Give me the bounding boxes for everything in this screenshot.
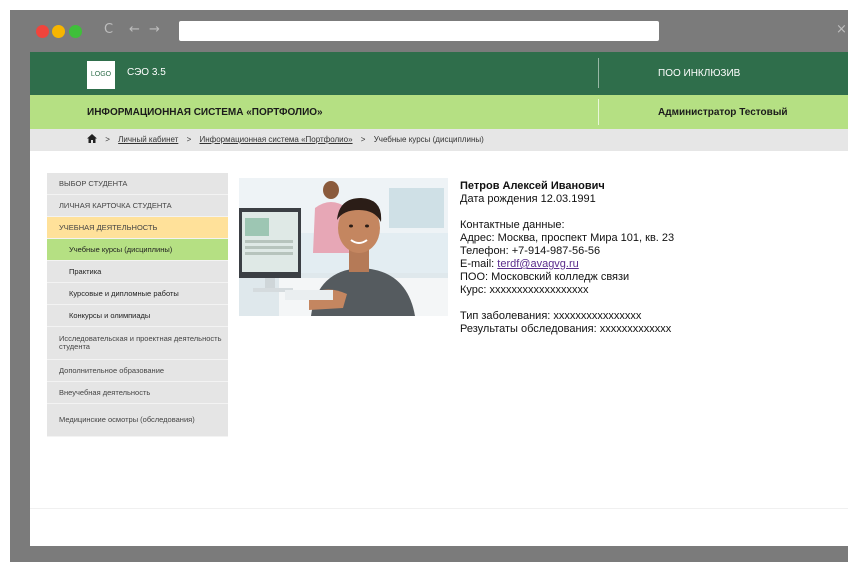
system-header-divider: [598, 99, 599, 125]
sidebar-item-student-card[interactable]: ЛИЧНАЯ КАРТОЧКА СТУДЕНТА: [47, 195, 228, 217]
close-window-button[interactable]: [36, 25, 49, 38]
student-name: Петров Алексей Иванович: [460, 180, 605, 192]
student-course: Курс: xxxxxxxxxxxxxxxxxx: [460, 284, 589, 296]
breadcrumb-bar: > Личный кабинет > Информационная систем…: [30, 129, 848, 151]
student-info: Петров Алексей Иванович Дата рождения 12…: [460, 180, 674, 336]
home-icon[interactable]: [87, 134, 97, 143]
student-poo: ПОО: Московский колледж связи: [460, 271, 630, 283]
sidebar-item-courses[interactable]: Учебные курсы (дисциплины): [47, 239, 228, 261]
student-email-link[interactable]: terdf@avagvg.ru: [497, 258, 579, 270]
sidebar-menu: ВЫБОР СТУДЕНТА ЛИЧНАЯ КАРТОЧКА СТУДЕНТА …: [47, 173, 228, 437]
page: LOGO СЭО 3.5 ПОО ИНКЛЮЗИВ ИНФОРМАЦИОННАЯ…: [30, 52, 848, 546]
address-bar[interactable]: [179, 21, 659, 41]
logo[interactable]: LOGO: [87, 61, 115, 89]
system-title: ИНФОРМАЦИОННАЯ СИСТЕМА «ПОРТФОЛИО»: [87, 107, 323, 118]
top-header: LOGO СЭО 3.5 ПОО ИНКЛЮЗИВ: [30, 52, 848, 95]
sidebar-item-extracurricular[interactable]: Внеучебная деятельность: [47, 382, 228, 404]
sidebar-item-select-student[interactable]: ВЫБОР СТУДЕНТА: [47, 173, 228, 195]
contacts-heading: Контактные данные:: [460, 219, 565, 231]
disease-type: Тип заболевания: xxxxxxxxxxxxxxxx: [460, 310, 642, 322]
organization-name: ПОО ИНКЛЮЗИВ: [658, 68, 741, 79]
browser-toolbar: C ← → ×: [10, 10, 848, 52]
system-header: ИНФОРМАЦИОННАЯ СИСТЕМА «ПОРТФОЛИО» Админ…: [30, 95, 848, 129]
breadcrumb: > Личный кабинет > Информационная систем…: [87, 134, 484, 144]
sidebar-item-practice[interactable]: Практика: [47, 261, 228, 283]
sidebar-item-contests[interactable]: Конкурсы и олимпиады: [47, 305, 228, 327]
maximize-window-button[interactable]: [69, 25, 82, 38]
app-name: СЭО 3.5: [127, 67, 166, 78]
header-divider: [598, 58, 599, 88]
breadcrumb-separator: >: [186, 135, 192, 144]
forward-icon[interactable]: →: [149, 22, 160, 37]
close-tab-icon[interactable]: ×: [836, 22, 847, 37]
back-icon[interactable]: ←: [129, 22, 140, 37]
minimize-window-button[interactable]: [52, 25, 65, 38]
breadcrumb-link-cabinet[interactable]: Личный кабинет: [118, 135, 178, 144]
sidebar-item-medical[interactable]: Медицинские осмотры (обследования): [47, 404, 228, 437]
current-user[interactable]: Администратор Тестовый: [658, 107, 788, 118]
breadcrumb-separator: >: [105, 135, 110, 144]
breadcrumb-link-portfolio[interactable]: Информационная система «Портфолио»: [199, 135, 352, 144]
reload-icon[interactable]: C: [104, 22, 113, 37]
student-phone: Телефон: +7-914-987-56-56: [460, 245, 601, 257]
email-label: E-mail:: [460, 258, 498, 270]
sidebar-item-additional-education[interactable]: Дополнительное образование: [47, 360, 228, 382]
student-photo: [239, 178, 448, 316]
breadcrumb-current: Учебные курсы (дисциплины): [373, 135, 484, 144]
sidebar-item-research[interactable]: Исследовательская и проектная деятельнос…: [47, 327, 228, 360]
exam-results: Результаты обследования: xxxxxxxxxxxxx: [460, 323, 672, 335]
breadcrumb-separator: >: [360, 135, 366, 144]
student-email-row: E-mail: terdf@avagvg.ru: [460, 258, 674, 271]
sidebar-item-coursework[interactable]: Курсовые и дипломные работы: [47, 283, 228, 305]
student-address: Адрес: Москва, проспект Мира 101, кв. 23: [460, 232, 675, 244]
page-footer-area: [30, 508, 848, 546]
student-birthdate: Дата рождения 12.03.1991: [460, 193, 596, 205]
sidebar-item-academic-activity[interactable]: УЧЕБНАЯ ДЕЯТЕЛЬНОСТЬ: [47, 217, 228, 239]
